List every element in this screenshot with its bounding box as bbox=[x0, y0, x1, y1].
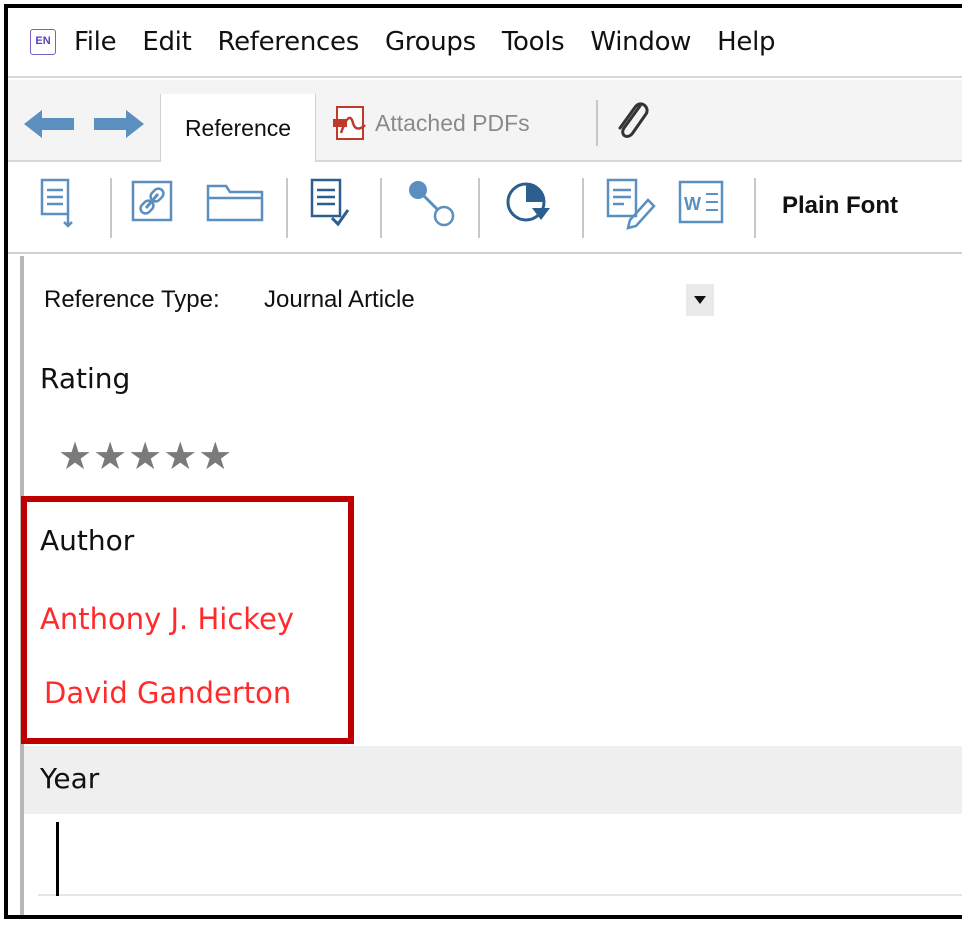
statistics-chart-icon[interactable] bbox=[502, 176, 558, 232]
font-selector[interactable]: Plain Font bbox=[782, 192, 898, 220]
year-field-header: Year bbox=[24, 746, 962, 814]
menu-window[interactable]: Window bbox=[590, 27, 709, 57]
menu-bar: EN File Edit References Groups Tools Win… bbox=[8, 8, 962, 78]
format-bibliography-icon[interactable] bbox=[308, 176, 352, 232]
menu-help[interactable]: Help bbox=[717, 27, 793, 57]
menu-tools[interactable]: Tools bbox=[502, 27, 583, 57]
pdf-icon bbox=[333, 106, 366, 140]
tab-attached-pdfs[interactable]: Attached PDFs bbox=[333, 98, 530, 148]
tab-attached-pdfs-label: Attached PDFs bbox=[375, 109, 530, 136]
forward-arrow-icon[interactable] bbox=[94, 110, 144, 138]
insert-citation-icon[interactable] bbox=[38, 176, 78, 232]
app-window: EN File Edit References Groups Tools Win… bbox=[4, 4, 962, 919]
link-url-icon[interactable] bbox=[130, 176, 174, 228]
find-full-text-icon[interactable] bbox=[404, 176, 460, 232]
toolbar-divider bbox=[582, 178, 584, 238]
word-document-icon[interactable]: W bbox=[676, 176, 728, 232]
menu-file[interactable]: File bbox=[74, 27, 134, 57]
svg-text:W: W bbox=[684, 194, 701, 214]
toolbar-divider bbox=[110, 178, 112, 238]
endnote-app-icon: EN bbox=[30, 29, 56, 55]
back-arrow-icon[interactable] bbox=[24, 110, 74, 138]
open-folder-icon[interactable] bbox=[204, 176, 268, 228]
menu-references[interactable]: References bbox=[217, 27, 376, 57]
highlight-box bbox=[21, 496, 354, 744]
text-caret bbox=[56, 822, 59, 896]
menu-edit[interactable]: Edit bbox=[142, 27, 209, 57]
tab-bar: Reference Attached PDFs bbox=[8, 80, 962, 162]
edit-reference-icon[interactable] bbox=[604, 176, 656, 232]
paperclip-icon[interactable] bbox=[612, 98, 652, 144]
toolbar-divider bbox=[286, 178, 288, 238]
chevron-down-icon bbox=[694, 296, 706, 304]
toolbar-divider bbox=[380, 178, 382, 238]
rating-stars[interactable]: ★★★★★ bbox=[58, 434, 233, 478]
reference-editor: Reference Type: Journal Article Rating ★… bbox=[20, 256, 962, 915]
toolbar: W Plain Font bbox=[8, 162, 962, 254]
reference-type-select[interactable]: Journal Article bbox=[264, 286, 415, 314]
reference-type-dropdown[interactable] bbox=[686, 284, 714, 316]
menu-groups[interactable]: Groups bbox=[385, 27, 494, 57]
tab-divider bbox=[596, 100, 598, 146]
tab-reference[interactable]: Reference bbox=[160, 94, 316, 162]
year-input[interactable] bbox=[38, 816, 962, 896]
toolbar-divider bbox=[754, 178, 756, 238]
rating-label: Rating bbox=[40, 362, 131, 395]
tab-reference-label: Reference bbox=[184, 114, 292, 141]
year-label: Year bbox=[40, 762, 100, 795]
reference-type-label: Reference Type: bbox=[44, 286, 220, 313]
toolbar-divider bbox=[478, 178, 480, 238]
